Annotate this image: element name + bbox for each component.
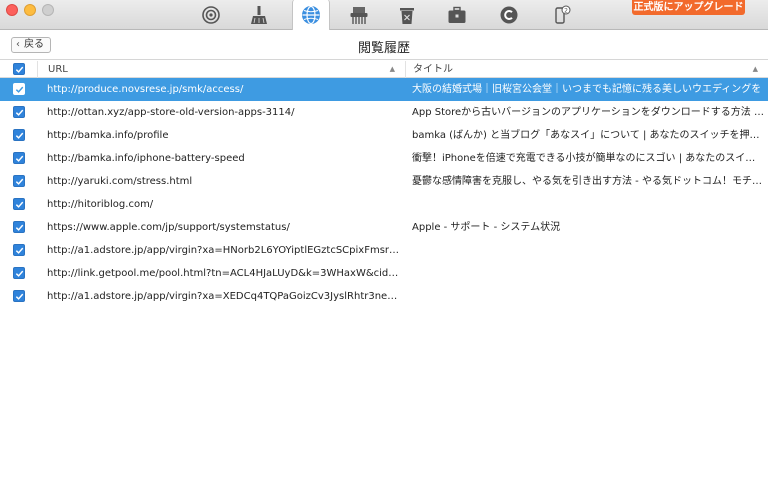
window-zoom-button[interactable] xyxy=(42,4,54,16)
row-checkbox[interactable] xyxy=(13,198,25,210)
toolbar-browser-history-tab[interactable] xyxy=(292,0,330,31)
row-checkbox[interactable] xyxy=(13,290,25,302)
checkmark-icon xyxy=(15,86,23,93)
sort-ascending-icon: ▲ xyxy=(752,65,758,73)
checkmark-icon xyxy=(15,293,23,300)
row-checkbox[interactable] xyxy=(13,175,25,187)
phone-badge-icon: 2 xyxy=(555,5,571,24)
table-row[interactable]: http://bamka.info/iphone-battery-speed 衝撃… xyxy=(0,147,768,170)
column-header-title-label: タイトル xyxy=(413,64,453,75)
shredder-icon xyxy=(350,7,368,24)
checkmark-icon xyxy=(15,247,23,254)
checkmark-icon xyxy=(15,132,23,139)
row-checkbox[interactable] xyxy=(13,106,25,118)
row-checkbox[interactable] xyxy=(13,221,25,233)
column-header-title[interactable]: タイトル ▲ xyxy=(405,61,768,78)
row-title: bamka (ばんか) と当ブログ「あなスイ」について | あなたのスイッチを押… xyxy=(412,130,764,141)
checkmark-icon xyxy=(15,270,23,277)
checkmark-icon xyxy=(15,155,23,162)
row-url: http://yaruki.com/stress.html xyxy=(47,176,193,187)
column-header-url[interactable]: URL ▲ xyxy=(37,61,405,78)
table-row[interactable]: http://hitoriblog.com/ xyxy=(0,193,768,216)
row-checkbox[interactable] xyxy=(13,267,25,279)
table-row[interactable]: http://link.getpool.me/pool.html?tn=ACL4… xyxy=(0,262,768,285)
toolbar-device-button[interactable]: 2 xyxy=(542,0,580,30)
row-url: http://bamka.info/iphone-battery-speed xyxy=(47,153,245,164)
table-row[interactable]: http://a1.adstore.jp/app/virgin?xa=XEDCq… xyxy=(0,285,768,308)
broom-icon xyxy=(251,6,267,24)
toolbar-shredder-button[interactable] xyxy=(340,0,378,30)
row-checkbox[interactable] xyxy=(13,152,25,164)
toolbar-toolbox-button[interactable] xyxy=(438,0,476,30)
globe-icon xyxy=(302,5,320,25)
history-table: URL ▲ タイトル ▲ http://produce.novsrese.jp/… xyxy=(0,61,768,308)
target-icon xyxy=(202,6,220,24)
row-title: 憂鬱な感情障害を克服し、やる気を引き出す方法 - やる気ドットコム！モチベーシ.… xyxy=(412,176,764,187)
table-row[interactable]: http://yaruki.com/stress.html 憂鬱な感情障害を克服し… xyxy=(0,170,768,193)
toolbar: 2 正式版にアップグレード xyxy=(0,0,768,31)
checkmark-icon xyxy=(15,201,23,208)
row-title: Apple - サポート - システム状況 xyxy=(412,222,561,233)
checkmark-icon xyxy=(15,178,23,185)
row-checkbox[interactable] xyxy=(13,244,25,256)
row-title xyxy=(412,285,764,308)
row-url: http://bamka.info/profile xyxy=(47,130,169,141)
row-url: http://a1.adstore.jp/app/virgin?xa=XEDCq… xyxy=(47,291,402,302)
table-row[interactable]: http://produce.novsrese.jp/smk/access/大阪… xyxy=(0,78,768,101)
table-header: URL ▲ タイトル ▲ xyxy=(0,61,768,78)
toolbar-privacy-button[interactable] xyxy=(490,0,528,30)
table-row[interactable]: http://a1.adstore.jp/app/virgin?xa=HNorb… xyxy=(0,239,768,262)
window-minimize-button[interactable] xyxy=(24,4,36,16)
row-title xyxy=(412,239,764,262)
sort-ascending-icon: ▲ xyxy=(389,65,395,73)
row-url: http://a1.adstore.jp/app/virgin?xa=HNorb… xyxy=(47,245,402,256)
row-url: http://link.getpool.me/pool.html?tn=ACL4… xyxy=(47,268,402,279)
row-url: http://produce.novsrese.jp/smk/access/ xyxy=(47,84,244,95)
row-title xyxy=(412,193,764,216)
row-title: 衝撃！iPhoneを倍速で充電できる小技が簡単なのにスゴい | あなたのスイッチ… xyxy=(412,153,764,164)
checkmark-icon xyxy=(15,109,23,116)
row-title: App Storeから古いバージョンのアプリケーションをダウンロードする方法 –… xyxy=(412,107,764,118)
row-url: https://www.apple.com/jp/support/systems… xyxy=(47,222,290,233)
row-url: http://ottan.xyz/app-store-old-version-a… xyxy=(47,107,295,118)
toolbar-cleanup-button[interactable] xyxy=(240,0,278,30)
copyright-icon xyxy=(500,6,518,24)
table-row[interactable]: https://www.apple.com/jp/support/systems… xyxy=(0,216,768,239)
row-checkbox[interactable] xyxy=(13,83,25,95)
select-all-column xyxy=(0,61,36,78)
page-title: 閲覧履歴 xyxy=(357,41,410,56)
select-all-checkbox[interactable] xyxy=(13,63,25,75)
briefcase-icon xyxy=(448,6,466,23)
trash-icon xyxy=(400,8,414,24)
row-checkbox[interactable] xyxy=(13,129,25,141)
toolbar-target-button[interactable] xyxy=(192,0,230,30)
device-badge-count: 2 xyxy=(564,7,568,14)
window-close-button[interactable] xyxy=(6,4,18,16)
row-url: http://hitoriblog.com/ xyxy=(47,199,154,210)
row-title xyxy=(412,262,764,285)
checkmark-icon xyxy=(15,224,23,231)
upgrade-button[interactable]: 正式版にアップグレード xyxy=(632,0,745,15)
checkmark-icon xyxy=(15,66,23,73)
column-header-url-label: URL xyxy=(48,64,68,75)
toolbar-trash-button[interactable] xyxy=(388,0,426,30)
page-header: ‹ 戻る 閲覧履歴 xyxy=(0,30,768,60)
table-row[interactable]: http://bamka.info/profile bamka (ばんか) と当ブ… xyxy=(0,124,768,147)
app-window: 2 正式版にアップグレード ‹ 戻る 閲覧履歴 URL ▲ タイトル ▲ htt… xyxy=(0,0,768,477)
table-row[interactable]: http://ottan.xyz/app-store-old-version-a… xyxy=(0,101,768,124)
row-title: 大阪の結婚式場｜旧桜宮公会堂｜いつまでも記憶に残る美しいウエディングを xyxy=(412,84,762,95)
table-body: http://produce.novsrese.jp/smk/access/大阪… xyxy=(0,78,768,308)
